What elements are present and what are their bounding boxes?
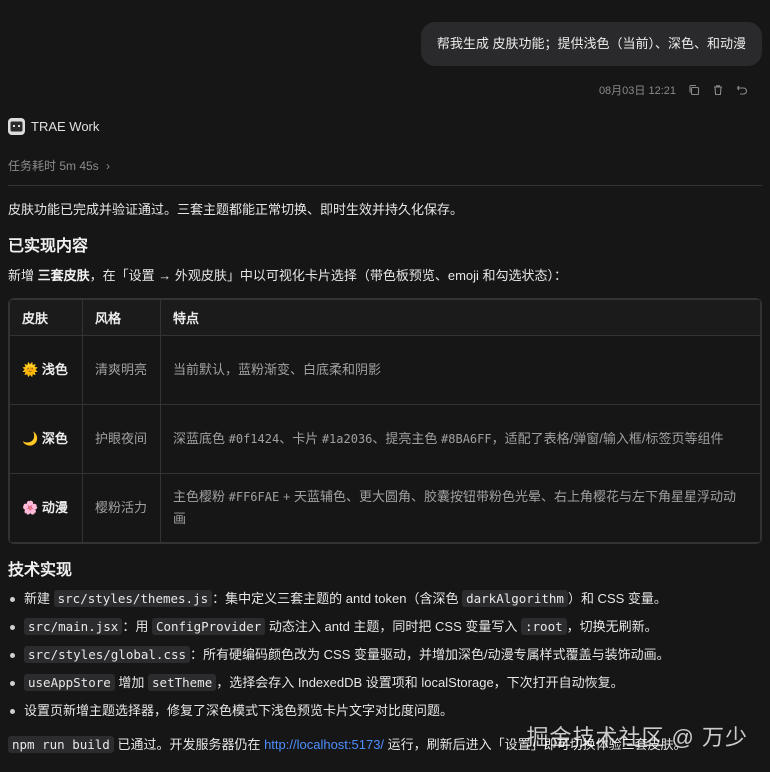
- bullet-text: 增加: [114, 675, 149, 690]
- sun-emoji-icon: 🌞: [22, 362, 39, 377]
- user-message-text: 帮我生成 皮肤功能；提供浅色（当前）、深色、和动漫: [436, 36, 746, 51]
- feature-text: 、卡片: [279, 431, 322, 446]
- list-item: 新建 src/styles/themes.js ：集中定义三套主题的 antd t…: [8, 585, 762, 613]
- skin-name: 深色: [41, 431, 68, 446]
- divider: [8, 185, 762, 186]
- bullet-text: ：用: [122, 619, 152, 634]
- skin-name: 动漫: [41, 500, 68, 515]
- inline-code: ConfigProvider: [151, 618, 266, 635]
- bullet-text: ：集中定义三套主题的 antd token（含深色: [212, 591, 463, 606]
- section1-text-bold: 三套皮肤: [37, 268, 90, 283]
- skin-cell-anime: 🌸 动漫: [9, 473, 83, 543]
- section1-text-a: 新增: [8, 268, 38, 283]
- trae-logo-icon: [8, 118, 25, 135]
- table-header-feature: 特点: [160, 299, 761, 336]
- task-time-toggle[interactable]: 任务耗时 5m 45s ›: [8, 157, 110, 174]
- feature-cell: 深蓝底色 #0f1424、卡片 #1a2036、提亮主色 #8BA6FF，适配了…: [160, 404, 761, 474]
- skin-cell-dark: 🌙 深色: [9, 404, 83, 474]
- feature-text: 主色樱粉: [173, 489, 229, 504]
- message-meta: 08月03日 12:21: [599, 82, 748, 98]
- section1-description: 新增 三套皮肤，在「设置 → 外观皮肤」中以可视化卡片选择（带色板预览、emoj…: [8, 266, 567, 286]
- table-header-skin: 皮肤: [9, 299, 83, 336]
- color-code: #0f1424: [228, 432, 280, 446]
- skins-table: 皮肤 风格 特点 🌞 浅色 清爽明亮 当前默认，蓝粉渐变、白底柔和阴影 🌙 深色…: [8, 298, 762, 544]
- list-item: src/main.jsx ：用 ConfigProvider 动态注入 antd …: [8, 613, 762, 641]
- section-title-implemented: 已实现内容: [8, 238, 89, 255]
- section1-text-c: ，在「设置 → 外观皮肤」中以可视化卡片选择（带色板预览、emoji 和勾选状态…: [89, 268, 568, 283]
- intro-text: 皮肤功能已完成并验证通过。三套主题都能正常切换、即时生效并持久化保存。: [8, 202, 464, 217]
- inline-code: darkAlgorithm: [462, 590, 568, 607]
- style-cell: 护眼夜间: [82, 404, 161, 474]
- copy-icon[interactable]: [688, 84, 700, 96]
- feature-text: ，适配了表格/弹窗/输入框/标签页等组件: [491, 431, 724, 446]
- bullet-text: ，切换无刷新。: [566, 619, 658, 634]
- file-path-code: src/styles/global.css: [24, 646, 191, 663]
- bullet-text: ）和 CSS 变量。: [567, 591, 667, 606]
- task-time-label: 任务耗时 5m 45s: [8, 159, 99, 173]
- bullet-text: ，选择会存入 IndexedDB 设置项和 localStorage，下次打开自…: [216, 675, 624, 690]
- skin-name: 浅色: [41, 362, 68, 377]
- sakura-emoji-icon: 🌸: [22, 500, 39, 515]
- feature-text: 、提亮主色: [372, 431, 442, 446]
- message-timestamp: 08月03日 12:21: [598, 85, 676, 97]
- skin-cell-light: 🌞 浅色: [9, 335, 83, 405]
- footer-text: 已通过。开发服务器仍在: [113, 737, 265, 752]
- agent-header: TRAE Work: [8, 118, 99, 135]
- feature-cell: 当前默认，蓝粉渐变、白底柔和阴影: [160, 335, 761, 405]
- bullet-text: 动态注入 antd 主题，同时把 CSS 变量写入: [265, 619, 521, 634]
- chevron-right-icon: ›: [106, 159, 111, 173]
- table-header-style: 风格: [82, 299, 161, 336]
- watermark: 掘金技术社区 @ 万少: [526, 725, 748, 750]
- moon-emoji-icon: 🌙: [22, 431, 39, 446]
- feature-cell: 主色樱粉 #FF6FAE + 天蓝辅色、更大圆角、胶囊按钮带粉色光晕、右上角樱花…: [160, 473, 761, 543]
- file-path-code: src/main.jsx: [24, 618, 123, 635]
- table-header-row: 皮肤 风格 特点: [9, 299, 761, 336]
- inline-code: setTheme: [148, 674, 217, 691]
- table-row: 🌙 深色 护眼夜间 深蓝底色 #0f1424、卡片 #1a2036、提亮主色 #…: [9, 404, 761, 474]
- feature-text: 深蓝底色: [173, 431, 229, 446]
- inline-code: :root: [521, 618, 567, 635]
- inline-code: useAppStore: [24, 674, 115, 691]
- bullet-text: 新建: [24, 591, 54, 606]
- file-path-code: src/styles/themes.js: [53, 590, 213, 607]
- style-cell: 清爽明亮: [82, 335, 161, 405]
- trash-icon[interactable]: [712, 84, 724, 96]
- section-title-tech: 技术实现: [8, 562, 73, 579]
- bullet-text: 设置页新增主题选择器，修复了深色模式下浅色预览卡片文字对比度问题。: [24, 703, 454, 718]
- tech-list: 新建 src/styles/themes.js ：集中定义三套主题的 antd t…: [8, 585, 762, 725]
- list-item: useAppStore 增加 setTheme ，选择会存入 IndexedDB …: [8, 669, 762, 697]
- list-item: src/styles/global.css ：所有硬编码颜色改为 CSS 变量驱动…: [8, 641, 762, 669]
- table-row: 🌸 动漫 樱粉活力 主色樱粉 #FF6FAE + 天蓝辅色、更大圆角、胶囊按钮带…: [9, 473, 761, 543]
- bullet-text: ：所有硬编码颜色改为 CSS 变量驱动，并增加深色/动漫专属样式覆盖与装饰动画。: [190, 647, 670, 662]
- style-cell: 樱粉活力: [82, 473, 161, 543]
- agent-name: TRAE Work: [31, 119, 100, 134]
- user-message-bubble: 帮我生成 皮肤功能；提供浅色（当前）、深色、和动漫: [420, 22, 762, 66]
- undo-icon[interactable]: [736, 84, 748, 96]
- color-code: #1a2036: [321, 432, 373, 446]
- localhost-link[interactable]: http://localhost:5173/: [264, 737, 384, 752]
- color-code: #8BA6FF: [441, 432, 492, 446]
- color-code: #FF6FAE: [228, 490, 280, 504]
- table-row: 🌞 浅色 清爽明亮 当前默认，蓝粉渐变、白底柔和阴影: [9, 335, 761, 405]
- build-command-code: npm run build: [8, 736, 114, 753]
